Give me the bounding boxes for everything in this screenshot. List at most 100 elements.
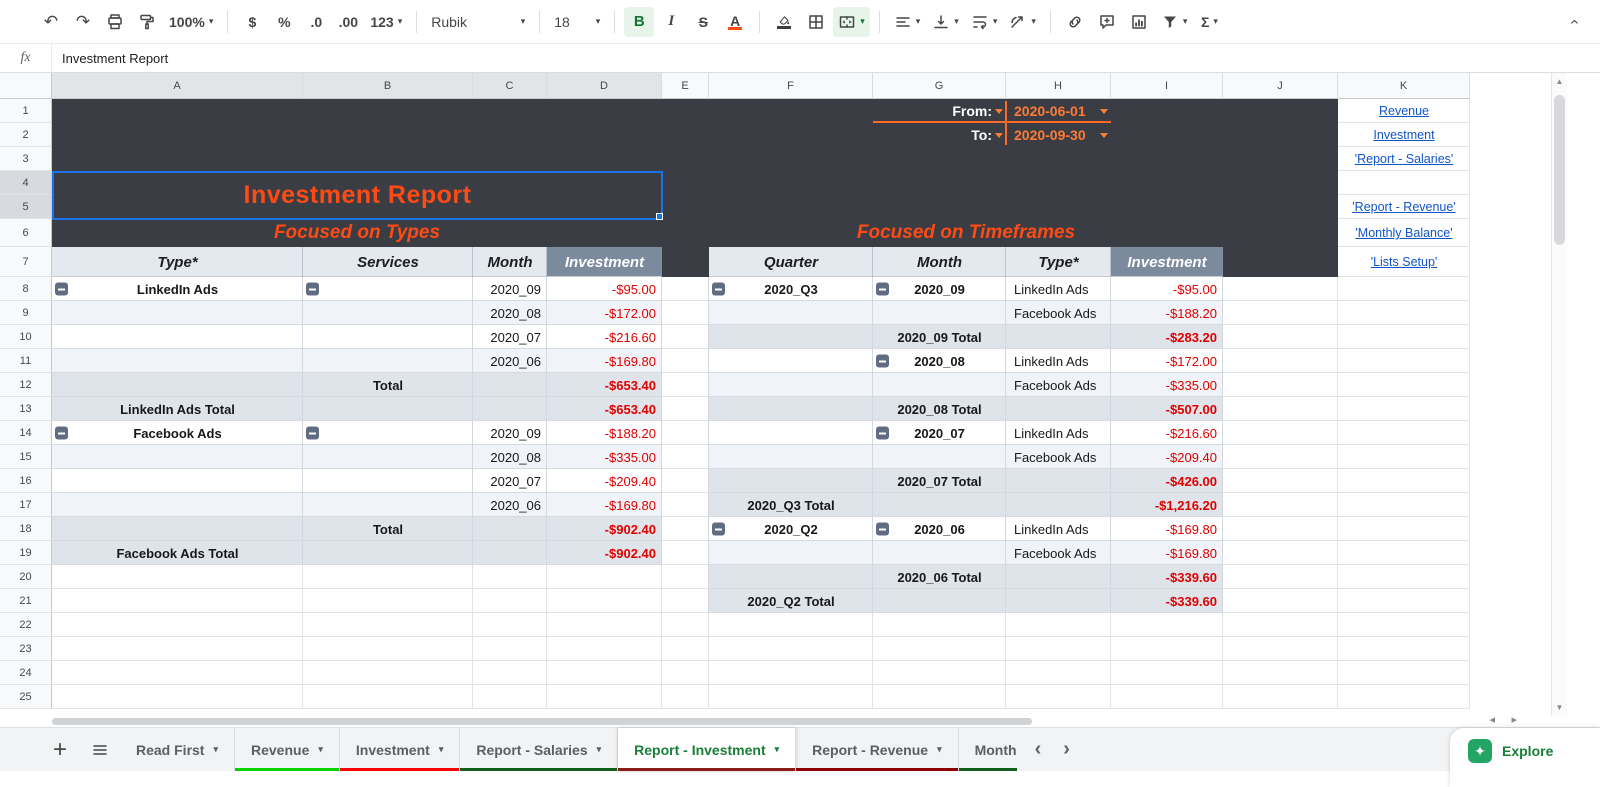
tab-scroll-left-icon[interactable]: ‹ xyxy=(1035,738,1042,761)
sheet-link[interactable]: 'Report - Revenue' xyxy=(1352,200,1455,214)
left-header-services[interactable]: Services xyxy=(303,247,473,277)
left-table-cell-r14c0[interactable]: Facebook Ads xyxy=(52,421,303,445)
row-header-23[interactable]: 23 xyxy=(0,637,52,661)
sheet-tab-report-revenue[interactable]: Report - Revenue ▾ xyxy=(796,728,959,771)
sheet-link[interactable]: Investment xyxy=(1373,128,1434,142)
right-header-type[interactable]: Type* xyxy=(1006,247,1111,277)
to-value-cell[interactable]: 2020-09-30 xyxy=(1006,123,1111,147)
right-table-cell-r18c3[interactable]: -$169.80 xyxy=(1111,517,1223,541)
right-table-cell-r8c1[interactable]: 2020_09 xyxy=(873,277,1006,301)
left-header-investment[interactable]: Investment xyxy=(547,247,662,277)
column-header-H[interactable]: H xyxy=(1006,73,1111,99)
scroll-down-icon[interactable]: ▼ xyxy=(1552,703,1567,712)
left-section-heading[interactable]: Focused on Types xyxy=(52,219,662,247)
right-table-cell-r8c2[interactable]: LinkedIn Ads xyxy=(1006,277,1111,301)
right-table-cell-r16c1[interactable]: 2020_07 Total xyxy=(873,469,1006,493)
merge-cells-button[interactable]: ▾ xyxy=(833,6,870,37)
column-header-D[interactable]: D xyxy=(547,73,662,99)
right-header-quarter[interactable]: Quarter xyxy=(709,247,873,277)
right-table-cell-r21c0[interactable]: 2020_Q2 Total xyxy=(709,589,873,613)
row-header-7[interactable]: 7 xyxy=(0,247,52,277)
collapse-group-button[interactable] xyxy=(306,426,319,440)
right-table-cell-r12c2[interactable]: Facebook Ads xyxy=(1006,373,1111,397)
left-table-cell-r13c0[interactable]: LinkedIn Ads Total xyxy=(52,397,303,421)
vertical-scrollbar-thumb[interactable] xyxy=(1554,95,1565,245)
tab-menu-caret-icon[interactable]: ▾ xyxy=(775,744,780,755)
number-format-button[interactable]: 123 ▾ xyxy=(365,7,407,37)
font-size-select[interactable]: 18 ▾ xyxy=(549,7,605,37)
tab-menu-caret-icon[interactable]: ▾ xyxy=(213,744,218,755)
row-header-21[interactable]: 21 xyxy=(0,589,52,613)
sheet-tab-report-investment[interactable]: Report - Investment ▾ xyxy=(618,728,797,771)
dropdown-arrow-icon[interactable] xyxy=(1100,133,1108,138)
tab-menu-caret-icon[interactable]: ▾ xyxy=(937,744,942,755)
report-title-cell[interactable]: Investment Report xyxy=(52,171,663,220)
row-header-3[interactable]: 3 xyxy=(0,147,52,171)
left-table-cell-r17c3[interactable]: -$169.80 xyxy=(547,493,662,517)
right-table-cell-r17c3[interactable]: -$1,216.20 xyxy=(1111,493,1223,517)
right-table-cell-r16c3[interactable]: -$426.00 xyxy=(1111,469,1223,493)
sheet-link[interactable]: 'Monthly Balance' xyxy=(1355,226,1452,240)
borders-button[interactable] xyxy=(801,7,831,37)
bold-button[interactable]: B xyxy=(624,6,655,37)
row-header-18[interactable]: 18 xyxy=(0,517,52,541)
sheet-link-cell-investment[interactable]: Investment xyxy=(1338,123,1470,147)
right-table-cell-r18c0[interactable]: 2020_Q2 xyxy=(709,517,873,541)
sheet-tab-investment[interactable]: Investment ▾ xyxy=(339,728,461,771)
right-header-month[interactable]: Month xyxy=(873,247,1006,277)
row-header-13[interactable]: 13 xyxy=(0,397,52,421)
text-wrap-button[interactable]: ▾ xyxy=(966,7,1003,37)
scroll-left-icon[interactable]: ◂ xyxy=(1489,713,1495,726)
right-table-cell-r13c1[interactable]: 2020_08 Total xyxy=(873,397,1006,421)
from-value-cell[interactable]: 2020-06-01 xyxy=(1006,99,1111,123)
sheet-link[interactable]: Revenue xyxy=(1379,104,1429,118)
to-label-cell[interactable]: To: xyxy=(873,123,1006,147)
row-header-1[interactable]: 1 xyxy=(0,99,52,123)
row-header-22[interactable]: 22 xyxy=(0,613,52,637)
left-table-cell-r12c1[interactable]: Total xyxy=(303,373,473,397)
left-table-cell-r14c3[interactable]: -$188.20 xyxy=(547,421,662,445)
right-table-cell-r9c2[interactable]: Facebook Ads xyxy=(1006,301,1111,325)
zoom-select[interactable]: 100% ▾ xyxy=(164,7,218,37)
row-header-4[interactable]: 4 xyxy=(0,171,52,195)
undo-button[interactable]: ↶ xyxy=(36,7,66,37)
left-header-type[interactable]: Type* xyxy=(52,247,303,277)
sheet-link-cell-monthly-balance[interactable]: 'Monthly Balance' xyxy=(1338,219,1470,247)
left-table-cell-r16c2[interactable]: 2020_07 xyxy=(473,469,547,493)
right-table-cell-r21c3[interactable]: -$339.60 xyxy=(1111,589,1223,613)
print-button[interactable] xyxy=(100,7,130,37)
right-table-cell-r14c3[interactable]: -$216.60 xyxy=(1111,421,1223,445)
insert-comment-button[interactable] xyxy=(1092,7,1122,37)
right-table-cell-r12c3[interactable]: -$335.00 xyxy=(1111,373,1223,397)
right-table-cell-r17c0[interactable]: 2020_Q3 Total xyxy=(709,493,873,517)
right-table-cell-r11c3[interactable]: -$172.00 xyxy=(1111,349,1223,373)
row-header-11[interactable]: 11 xyxy=(0,349,52,373)
left-table-cell-r19c0[interactable]: Facebook Ads Total xyxy=(52,541,303,565)
text-color-button[interactable]: A xyxy=(720,7,750,37)
left-table-cell-r16c3[interactable]: -$209.40 xyxy=(547,469,662,493)
horizontal-scrollbar-thumb[interactable] xyxy=(52,718,1032,725)
column-header-E[interactable]: E xyxy=(662,73,709,99)
right-table-cell-r11c2[interactable]: LinkedIn Ads xyxy=(1006,349,1111,373)
left-table-cell-r11c2[interactable]: 2020_06 xyxy=(473,349,547,373)
tab-scroll-right-icon[interactable]: › xyxy=(1063,738,1070,761)
sheet-link-cell-report-salaries[interactable]: 'Report - Salaries' xyxy=(1338,147,1470,171)
left-table-cell-r14c1[interactable] xyxy=(303,421,473,445)
left-table-cell-r18c3[interactable]: -$902.40 xyxy=(547,517,662,541)
increase-decimal-button[interactable]: .00 xyxy=(333,7,363,37)
sheet-link-cell-revenue[interactable]: Revenue xyxy=(1338,99,1470,123)
collapse-group-button[interactable] xyxy=(876,354,889,368)
from-label-cell[interactable]: From: xyxy=(873,99,1006,123)
scroll-up-icon[interactable]: ▲ xyxy=(1552,77,1567,86)
right-table-cell-r18c2[interactable]: LinkedIn Ads xyxy=(1006,517,1111,541)
row-header-9[interactable]: 9 xyxy=(0,301,52,325)
collapse-group-button[interactable] xyxy=(712,282,725,296)
dropdown-arrow-icon[interactable] xyxy=(995,133,1003,138)
horizontal-align-button[interactable]: ▾ xyxy=(889,7,926,37)
sheet-link-cell-report-revenue[interactable]: 'Report - Revenue' xyxy=(1338,195,1470,219)
left-table-cell-r17c2[interactable]: 2020_06 xyxy=(473,493,547,517)
collapse-group-button[interactable] xyxy=(712,522,725,536)
left-table-cell-r19c3[interactable]: -$902.40 xyxy=(547,541,662,565)
right-header-investment[interactable]: Investment xyxy=(1111,247,1223,277)
decrease-decimal-button[interactable]: .0 xyxy=(301,7,331,37)
